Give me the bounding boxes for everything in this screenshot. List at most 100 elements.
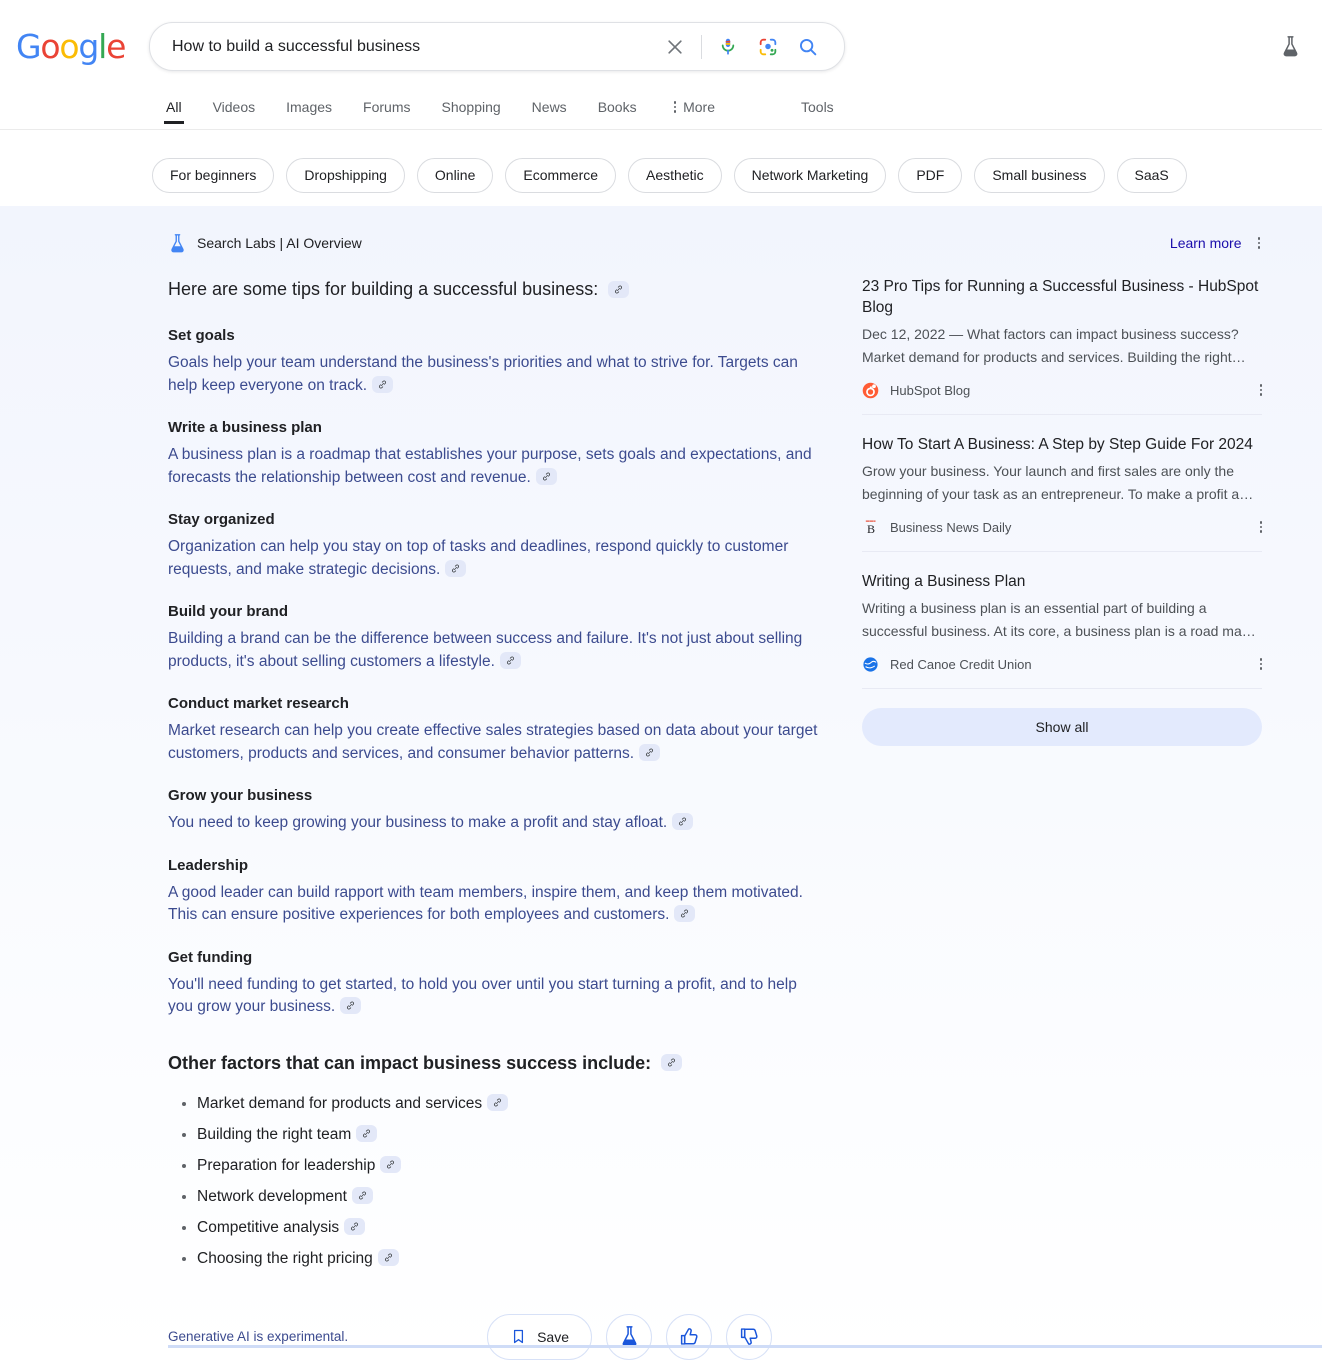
chip-for-beginners[interactable]: For beginners (152, 157, 275, 193)
section-heading: Build your brand (168, 603, 288, 620)
source-title[interactable]: How To Start A Business: A Step by Step … (862, 434, 1262, 455)
section-heading: Conduct market research (168, 695, 349, 712)
section-body: A business plan is a roadmap that establ… (168, 444, 820, 489)
business-news-daily-favicon: B (865, 520, 876, 536)
section-leadership: Leadership A good leader can build rappo… (168, 855, 820, 927)
source-overflow-menu-icon[interactable] (1259, 384, 1262, 396)
tab-images[interactable]: Images (286, 93, 332, 115)
search-bar[interactable] (149, 22, 845, 71)
chip-small-business[interactable]: Small business (974, 157, 1105, 193)
list-item: Market demand for products and services (182, 1088, 820, 1119)
chip-pdf[interactable]: PDF (898, 157, 963, 193)
kebab-menu-icon (673, 101, 677, 113)
source-card-hubspot[interactable]: 23 Pro Tips for Running a Successful Bus… (862, 276, 1262, 415)
microphone-icon[interactable] (708, 27, 748, 67)
chip-ecommerce[interactable]: Ecommerce (505, 157, 617, 193)
section-body: You need to keep growing your business t… (168, 812, 820, 835)
search-divider (701, 34, 702, 59)
tab-books[interactable]: Books (598, 93, 637, 115)
citation-link-icon[interactable] (356, 1124, 378, 1142)
tab-news[interactable]: News (532, 93, 567, 115)
list-item-text: Network development (197, 1187, 347, 1205)
section-set-goals: Set goals Goals help your team understan… (168, 325, 820, 397)
section-heading: Set goals (168, 327, 235, 344)
section-body: Market research can help you create effe… (168, 720, 820, 765)
section-heading: Grow your business (168, 787, 313, 804)
source-overflow-menu-icon[interactable] (1259, 521, 1262, 533)
citation-link-icon[interactable] (535, 467, 557, 485)
search-labs-label: Search Labs | AI Overview (197, 235, 362, 251)
tab-forums[interactable]: Forums (363, 93, 410, 115)
section-heading: Leadership (168, 856, 249, 874)
ai-overview-intro: Here are some tips for building a succes… (168, 276, 820, 302)
show-all-button[interactable]: Show all (862, 708, 1262, 746)
source-site-name: Business News Daily (890, 519, 1012, 535)
citation-link-icon[interactable] (445, 559, 467, 577)
search-icon[interactable] (788, 27, 828, 67)
source-card-red-canoe[interactable]: Writing a Business Plan Writing a busine… (862, 571, 1262, 689)
section-body: Goals help your team understand the busi… (168, 352, 820, 397)
citation-link-icon[interactable] (344, 1217, 366, 1235)
save-button[interactable]: Save (487, 1313, 592, 1360)
thumbs-down-button[interactable] (726, 1313, 772, 1360)
section-conduct-market-research: Conduct market research Market research … (168, 693, 820, 765)
citation-link-icon[interactable] (487, 1093, 509, 1111)
list-item-text: Market demand for products and services (197, 1094, 483, 1112)
citation-link-icon[interactable] (499, 651, 521, 669)
source-overflow-menu-icon[interactable] (1259, 658, 1262, 670)
section-body-text: You'll need funding to get started, to h… (168, 975, 797, 1016)
tab-videos[interactable]: Videos (213, 93, 256, 115)
section-heading: Write a business plan (168, 419, 322, 436)
google-lens-icon[interactable] (748, 27, 788, 67)
source-footer: B Business News Daily (862, 517, 1262, 537)
search-labs-flask-icon[interactable] (1272, 28, 1308, 64)
list-item: Network development (182, 1181, 820, 1212)
section-heading: Stay organized (168, 511, 275, 528)
list-item: Choosing the right pricing (182, 1243, 820, 1274)
citation-link-icon[interactable] (377, 1248, 399, 1266)
source-snippet: Writing a business plan is an essential … (862, 600, 1256, 639)
chip-dropshipping[interactable]: Dropshipping (286, 157, 405, 193)
section-body: You'll need funding to get started, to h… (168, 974, 820, 1019)
section-get-funding: Get funding You'll need funding to get s… (168, 947, 820, 1019)
section-body-text: A business plan is a roadmap that establ… (168, 446, 812, 486)
svg-text:B: B (867, 522, 875, 536)
feedback-actions: Save (487, 1313, 772, 1360)
citation-link-icon[interactable] (372, 375, 394, 393)
citation-link-icon[interactable] (351, 1186, 373, 1204)
citation-link-icon[interactable] (672, 813, 694, 831)
citation-link-icon[interactable] (661, 1054, 683, 1072)
section-body-text: A good leader can build rapport with tea… (168, 883, 803, 924)
source-title[interactable]: 23 Pro Tips for Running a Successful Bus… (862, 276, 1262, 318)
citation-link-icon[interactable] (639, 743, 661, 761)
filter-chip-row: For beginners Dropshipping Online Ecomme… (0, 130, 1322, 199)
list-item-text: Choosing the right pricing (197, 1249, 373, 1267)
citation-link-icon[interactable] (608, 280, 630, 298)
chip-saas[interactable]: SaaS (1116, 157, 1187, 193)
google-logo[interactable]: Google (16, 30, 126, 63)
thumbs-up-button[interactable] (666, 1313, 712, 1360)
labs-flask-button[interactable] (606, 1313, 652, 1360)
section-body: Organization can help you stay on top of… (168, 536, 820, 581)
section-body-text: Goals help your team understand the busi… (168, 354, 798, 394)
list-item: Preparation for leadership (182, 1150, 820, 1181)
chip-online[interactable]: Online (416, 157, 494, 193)
tab-all[interactable]: All (164, 93, 184, 124)
section-write-a-business-plan: Write a business plan A business plan is… (168, 417, 820, 489)
source-title[interactable]: Writing a Business Plan (862, 571, 1262, 592)
chip-network-marketing[interactable]: Network Marketing (733, 157, 887, 193)
citation-link-icon[interactable] (674, 905, 696, 923)
section-body-text: Building a brand can be the difference b… (168, 630, 803, 670)
citation-link-icon[interactable] (380, 1155, 402, 1173)
overflow-menu-icon[interactable] (1257, 237, 1260, 249)
learn-more-link[interactable]: Learn more (1170, 235, 1242, 251)
close-icon[interactable] (655, 27, 695, 67)
citation-link-icon[interactable] (340, 997, 362, 1015)
flask-icon (171, 233, 184, 252)
tab-more[interactable]: More (673, 93, 715, 115)
source-card-business-news-daily[interactable]: How To Start A Business: A Step by Step … (862, 434, 1262, 552)
tab-shopping[interactable]: Shopping (442, 93, 501, 115)
chip-aesthetic[interactable]: Aesthetic (628, 157, 722, 193)
search-input[interactable] (170, 32, 655, 61)
tools-button[interactable]: Tools (801, 99, 834, 115)
